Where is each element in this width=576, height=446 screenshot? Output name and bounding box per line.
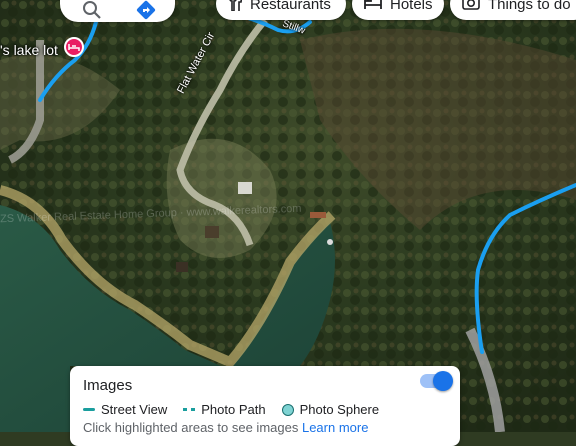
hotel-icon (364, 0, 382, 13)
chip-label: Hotels (390, 0, 433, 13)
hotel-pin[interactable] (64, 37, 84, 57)
chip-things-to-do[interactable]: Things to do (450, 0, 576, 20)
legend-street-view: Street View (83, 402, 167, 417)
chip-label: Restaurants (250, 0, 331, 13)
boat (327, 239, 333, 245)
images-toggle[interactable] (420, 371, 453, 391)
hint-text: Click highlighted areas to see images Le… (83, 420, 368, 435)
dock (310, 212, 326, 218)
learn-more-link[interactable]: Learn more (302, 420, 368, 435)
legend-photo-sphere: Photo Sphere (281, 402, 380, 417)
toggle-knob[interactable] (433, 371, 453, 391)
sphere-icon (281, 403, 294, 416)
legend-label: Photo Sphere (299, 402, 380, 417)
solid-line-icon (83, 408, 95, 411)
place-label[interactable]: 's lake lot (0, 42, 58, 58)
chip-restaurants[interactable]: Restaurants (216, 0, 346, 20)
legend-label: Photo Path (201, 402, 266, 417)
camera-icon (462, 0, 480, 14)
chip-hotels[interactable]: Hotels (352, 0, 444, 20)
search-box[interactable] (60, 0, 175, 22)
directions-icon[interactable] (134, 0, 158, 22)
legend-label: Street View (101, 402, 168, 417)
search-icon[interactable] (80, 0, 104, 22)
images-panel: Images Street View Photo Path Photo Sphe… (70, 366, 460, 446)
house (176, 262, 188, 272)
panel-title: Images (83, 377, 133, 394)
dashed-line-icon (183, 408, 196, 411)
images-legend: Street View Photo Path Photo Sphere (83, 402, 389, 417)
restaurant-icon (228, 0, 243, 15)
house (205, 226, 219, 238)
chip-label: Things to do (488, 0, 571, 13)
house (238, 182, 252, 194)
hint-label: Click highlighted areas to see images (83, 420, 299, 435)
legend-photo-path: Photo Path (183, 402, 266, 417)
